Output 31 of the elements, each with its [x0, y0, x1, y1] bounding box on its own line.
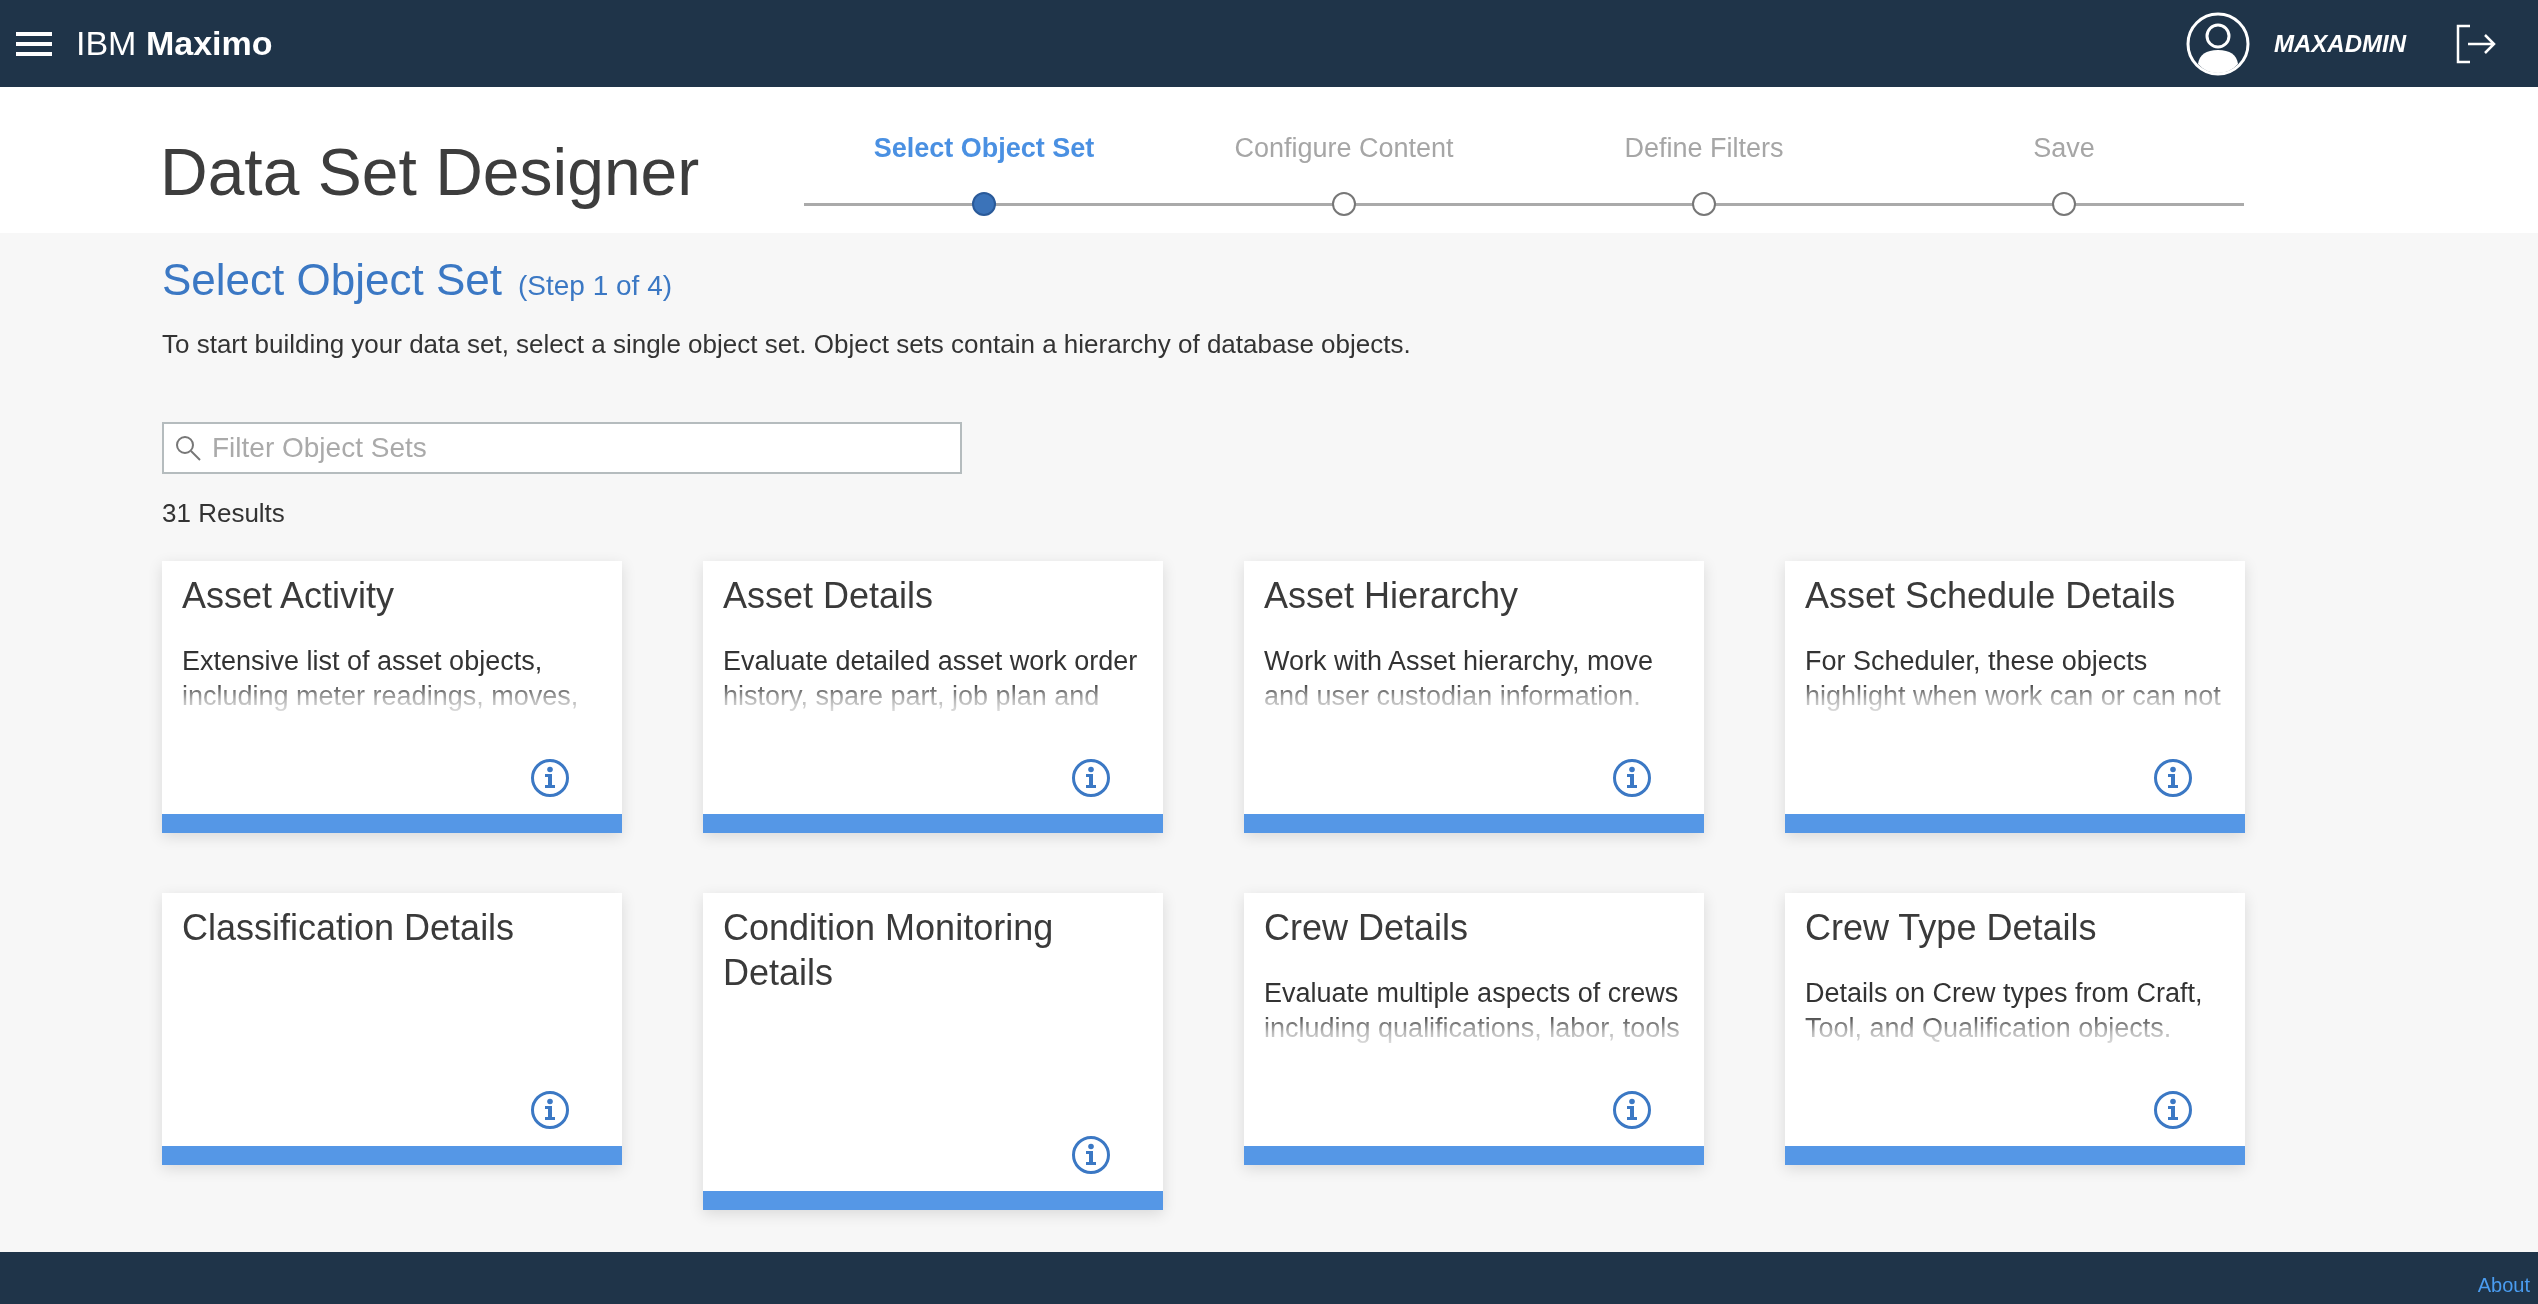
card-title: Asset Hierarchy	[1263, 574, 1520, 618]
object-set-card[interactable]: Crew Type Details Details on Crew types from Craft, Tool, and Qualification objects.	[1785, 893, 2245, 1165]
card-description: Evaluate multiple aspects of crews including qualifications, labor, tools	[1263, 977, 1681, 1045]
card-title: Classification Details	[181, 906, 516, 950]
step-indicator: (Step 1 of 4)	[517, 269, 673, 303]
card-title: Asset Details	[722, 574, 935, 618]
object-set-card[interactable]: Asset Activity Extensive list of asset objects, including meter readings, moves,	[162, 561, 622, 833]
object-set-card[interactable]: Asset Hierarchy Work with Asset hierarchy, move and user custodian information.	[1244, 561, 1704, 833]
object-set-card[interactable]: Asset Schedule Details For Scheduler, these objects highlight when work can or can not	[1785, 561, 2245, 833]
object-set-card[interactable]: Condition Monitoring Details	[703, 893, 1163, 1210]
card-title: Asset Schedule Details	[1804, 574, 2177, 618]
results-count: 31 Results	[162, 497, 286, 530]
section-title: Select Object Set	[162, 254, 502, 306]
object-set-card[interactable]: Asset Details Evaluate detailed asset work order history, spare part, job plan and	[703, 561, 1163, 833]
object-set-card[interactable]: Crew Details Evaluate multiple aspects of crews including qualifications, labor, tools	[1244, 893, 1704, 1165]
card-title: Condition Monitoring Details	[722, 906, 1055, 995]
section-description: To start building your data set, select a single object set. Object sets contain a hierarchy of database objects.	[162, 328, 1412, 361]
card-description: Details on Crew types from Craft, Tool, and Qualification objects.	[1804, 977, 2204, 1045]
object-set-card[interactable]: Classification Details	[162, 893, 622, 1165]
card-title: Asset Activity	[181, 574, 396, 618]
page-title: Data Set Designer	[160, 134, 701, 211]
card-description: Evaluate detailed asset work order history, spare part, job plan and	[722, 645, 1139, 713]
card-description: Extensive list of asset objects, including meter readings, moves,	[181, 645, 580, 713]
card-description: Work with Asset hierarchy, move and user custodian information.	[1263, 645, 1655, 713]
card-title: Crew Details	[1263, 906, 1470, 950]
card-title: Crew Type Details	[1804, 906, 2098, 950]
card-description: For Scheduler, these objects highlight when work can or can not	[1804, 645, 2222, 713]
about-link[interactable]: About	[2477, 1270, 2530, 1300]
search-field[interactable]: Filter Object Sets	[162, 422, 962, 474]
user-name: MAXADMIN	[2274, 28, 2406, 59]
brand-name: IBM Maximo	[76, 23, 273, 64]
